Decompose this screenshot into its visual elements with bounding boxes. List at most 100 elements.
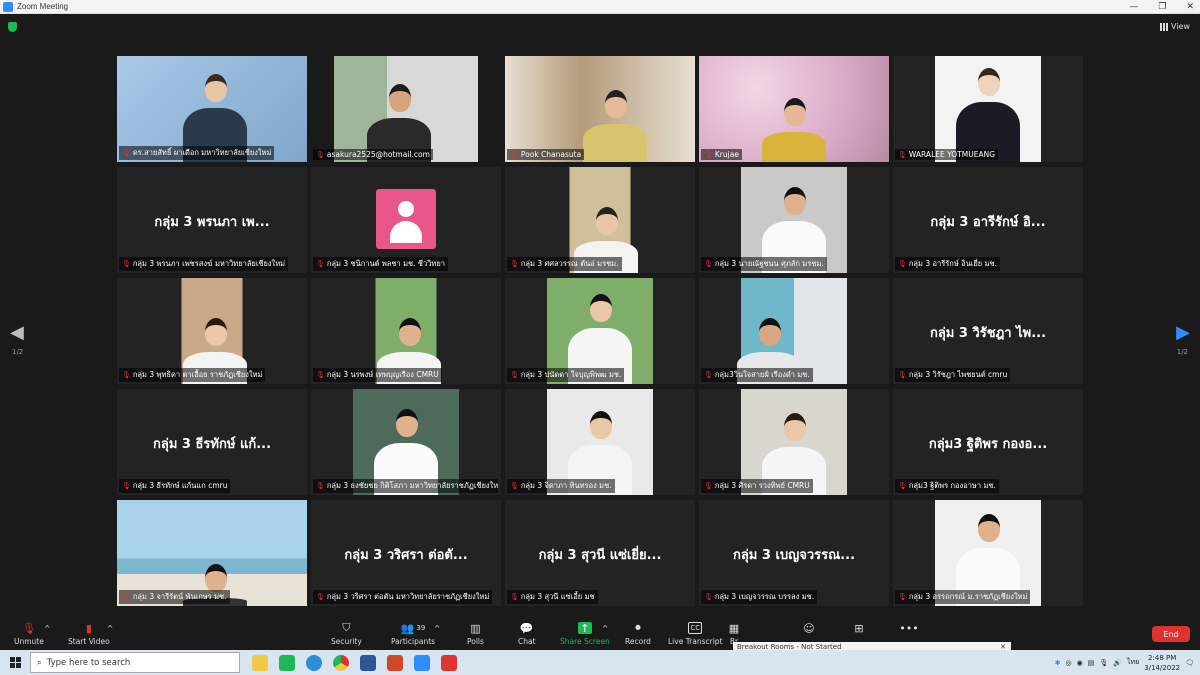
language-indicator[interactable]: ไทย xyxy=(1127,657,1139,668)
video-options-caret-icon[interactable]: ^ xyxy=(107,624,113,633)
window-title: Zoom Meeting xyxy=(17,2,69,11)
muted-mic-icon: 🎙 xyxy=(122,260,131,268)
participants-icon: 👥 xyxy=(400,621,415,635)
edge-icon[interactable] xyxy=(306,654,322,671)
person-head xyxy=(590,294,612,322)
participant-name-label: 🎙 กลุ่ม 3 ธงชัยชย กิติโสภา มหาวิทยาลัยราช… xyxy=(313,479,498,493)
mic-tray-icon[interactable]: 🎙 xyxy=(1099,659,1108,667)
participant-name: กลุ่ม 3 อรรถกรณ์ ม.ราชภัฏเชียงใหม่ xyxy=(908,592,1028,601)
participant-tile[interactable]: 🎙 กลุ่ม 3 ธงชัยชย กิติโสภา มหาวิทยาลัยราช… xyxy=(311,389,501,495)
page-indicator-right: 1/2 xyxy=(1176,348,1188,356)
unmute-button[interactable]: 🎙 Unmute xyxy=(14,622,44,647)
participant-tile[interactable]: 🎙 ดร.สายสัทธิ์ ผาเดือก มหาวิทยาลัยเชียงให… xyxy=(117,56,307,162)
person-head xyxy=(978,514,1000,542)
clock[interactable]: 2:48 PM 3/14/2022 xyxy=(1144,653,1180,673)
polls-button[interactable]: ▥ Polls xyxy=(467,622,484,647)
line-app-icon[interactable] xyxy=(279,654,295,671)
person-body xyxy=(583,124,647,162)
apps-button[interactable]: ⊞ xyxy=(852,622,866,637)
participant-tile[interactable]: 🎙 กลุ่ม 3 นรพงษ์ เทพบุญเรือง CMRU xyxy=(311,278,501,384)
participant-tile[interactable]: 🎙 กลุ่ม 3 อรรถกรณ์ ม.ราชภัฏเชียงใหม่ xyxy=(893,500,1083,606)
next-page-arrow-icon[interactable]: ▶ xyxy=(1176,322,1190,343)
participant-tile[interactable]: กลุ่ม 3 อารีรักษ์ อิ... 🎙 กลุ่ม 3 อารีรักษ… xyxy=(893,167,1083,273)
participant-tile[interactable]: 🎙 กลุ่ม3วินใจสายฝ์ เรืองดำ มช. xyxy=(699,278,889,384)
maximize-button[interactable]: ❐ xyxy=(1158,0,1166,14)
participant-tile[interactable]: 🎙 กลุ่ม 3 จารีรัตน์ พันเกษร มช. xyxy=(117,500,307,606)
taskbar-search-box[interactable]: ⌕ Type here to search xyxy=(30,652,240,673)
participant-name: กลุ่ม 3 ธงชัยชย กิติโสภา มหาวิทยาลัยราชภ… xyxy=(326,481,498,490)
minimize-button[interactable]: — xyxy=(1129,0,1138,14)
bluetooth-icon[interactable]: ✱ xyxy=(1055,659,1061,667)
participant-tile[interactable]: 🎙 กลุ่ม 3 นายณัฐชนน ศุภลัก มรชม. xyxy=(699,167,889,273)
participant-tile[interactable]: 🎙 กลุ่ม 3 ศิรดา รวงทิพย์ CMRU xyxy=(699,389,889,495)
more-button[interactable]: ••• xyxy=(899,621,919,637)
tray-app2-icon[interactable]: ◉ xyxy=(1077,659,1083,667)
participant-tile[interactable]: 🎙 กลุ่ม 3 พุทธิดา ตาเอื้อย ราชภัฏเชียงใหม… xyxy=(117,278,307,384)
participant-name: กลุ่ม 3 นรพงษ์ เทพบุญเรือง CMRU xyxy=(326,370,439,379)
meeting-toolbar: 🎙 Unmute ^ ▮ Start Video ^ ⛉ Security 👥 … xyxy=(0,620,1200,650)
participants-button[interactable]: 👥 39 Participants xyxy=(391,621,435,647)
participant-tile[interactable]: กลุ่ม 3 สุวนี แซ่เยี่ย... 🎙 กลุ่ม 3 สุวนี … xyxy=(505,500,695,606)
end-meeting-button[interactable]: End xyxy=(1152,626,1190,642)
powerpoint-icon[interactable] xyxy=(387,654,403,671)
acrobat-icon[interactable] xyxy=(441,654,457,671)
participant-name: asakura2525@hotmail.com xyxy=(326,150,430,159)
participant-name: กลุ่ม 3 จิดาภา ทินทรอง มช. xyxy=(520,481,612,490)
participant-tile[interactable]: 🎙 Krujae xyxy=(699,56,889,162)
participant-tile[interactable]: กลุ่ม 3 วริศรา ต่อตั... 🎙 กลุ่ม 3 วริศรา ต… xyxy=(311,500,501,606)
participant-grid: 🎙 ดร.สายสัทธิ์ ผาเดือก มหาวิทยาลัยเชียงให… xyxy=(117,56,1083,608)
more-icon: ••• xyxy=(899,621,919,635)
prev-page-arrow-icon[interactable]: ◀ xyxy=(10,322,24,343)
start-button[interactable] xyxy=(0,650,30,675)
participant-tile[interactable]: กลุ่ม 3 ธีรทักษ์ แก้... 🎙 กลุ่ม 3 ธีรทักษ์… xyxy=(117,389,307,495)
live-transcript-button[interactable]: CC Live Transcript xyxy=(668,622,723,646)
security-shield-icon[interactable] xyxy=(8,22,17,32)
participant-name-label: 🎙 กลุ่ม 3 วริศรา ต่อตัน มหาวิทยาลัยราชภัฏ… xyxy=(313,590,493,604)
participant-tile[interactable]: 🎙 กลุ่ม 3 ชนิกานต์ พลชา มช. ชีววิทยา xyxy=(311,167,501,273)
security-button[interactable]: ⛉ Security xyxy=(331,621,362,646)
cc-icon: CC xyxy=(688,622,703,634)
notifications-icon[interactable]: 🗨 xyxy=(1185,659,1194,667)
participant-tile[interactable]: 🎙 กลุ่ม 3 ปนัดดา ใจบุญพิพฒ มช. xyxy=(505,278,695,384)
participant-tile[interactable]: กลุ่ม3 ฐิติพร กองอ... 🎙 กลุ่ม3 ฐิติพร กองอ… xyxy=(893,389,1083,495)
chat-icon: 💬 xyxy=(519,621,534,635)
participant-tile[interactable]: 🎙 WARALEE YOTMUEANG xyxy=(893,56,1083,162)
start-video-label: Start Video xyxy=(68,637,110,646)
participant-tile[interactable]: กลุ่ม 3 วิรัชฎา ไพ... 🎙 กลุ่ม 3 วิรัชฎา ไพ… xyxy=(893,278,1083,384)
word-icon[interactable] xyxy=(360,654,376,671)
video-off-icon: ▮ xyxy=(85,621,92,635)
record-button[interactable]: ⏺ Record xyxy=(625,621,651,646)
network-icon[interactable]: ▤ xyxy=(1088,659,1095,667)
participant-tile[interactable]: 🎙 กลุ่ม 3 จิดาภา ทินทรอง มช. xyxy=(505,389,695,495)
muted-mic-icon: 🎙 xyxy=(704,260,713,268)
breakout-rooms-icon: ▦ xyxy=(728,621,740,635)
reactions-button[interactable]: ☺ xyxy=(802,622,816,637)
share-caret-icon[interactable]: ^ xyxy=(602,624,608,633)
reactions-icon: ☺ xyxy=(803,621,815,635)
participant-tile[interactable]: 🎙 Pook Chanasuta xyxy=(505,56,695,162)
security-label: Security xyxy=(331,637,362,646)
person-head xyxy=(389,84,411,112)
volume-icon[interactable]: 🔊 xyxy=(1113,659,1122,667)
chat-button[interactable]: 💬 Chat xyxy=(518,621,536,647)
participant-tile[interactable]: กลุ่ม 3 พรนภา เพ... 🎙 กลุ่ม 3 พรนภา เพชรสง… xyxy=(117,167,307,273)
chrome-icon[interactable] xyxy=(333,654,349,671)
tray-app-icon[interactable]: ◎ xyxy=(1066,659,1072,667)
view-button[interactable]: View xyxy=(1160,22,1190,31)
muted-mic-icon: 🎙 xyxy=(898,260,907,268)
participant-display-name: กลุ่ม3 ฐิติพร กองอ... xyxy=(928,437,1048,452)
participant-name: กลุ่ม3วินใจสายฝ์ เรืองดำ มช. xyxy=(714,370,810,379)
file-explorer-icon[interactable] xyxy=(252,654,268,671)
participant-name-label: 🎙 Pook Chanasuta xyxy=(507,149,585,160)
close-button[interactable]: ✕ xyxy=(1186,0,1194,14)
zoom-icon[interactable] xyxy=(414,654,430,671)
start-video-button[interactable]: ▮ Start Video xyxy=(68,621,110,647)
participants-caret-icon[interactable]: ^ xyxy=(434,624,440,633)
muted-mic-icon: 🎙 xyxy=(122,149,131,157)
audio-options-caret-icon[interactable]: ^ xyxy=(44,624,50,633)
muted-mic-icon: 🎙 xyxy=(122,371,131,379)
participant-tile[interactable]: 🎙 asakura2525@hotmail.com xyxy=(311,56,501,162)
participant-tile[interactable]: 🎙 กลุ่ม 3 ศศลวรรณ ตันอ่ มรชม. xyxy=(505,167,695,273)
participant-name-label: 🎙 กลุ่ม 3 นรพงษ์ เทพบุญเรือง CMRU xyxy=(313,368,442,382)
participant-tile[interactable]: กลุ่ม 3 เบญจวรรณ... 🎙 กลุ่ม 3 เบญจวรรณ บรร… xyxy=(699,500,889,606)
